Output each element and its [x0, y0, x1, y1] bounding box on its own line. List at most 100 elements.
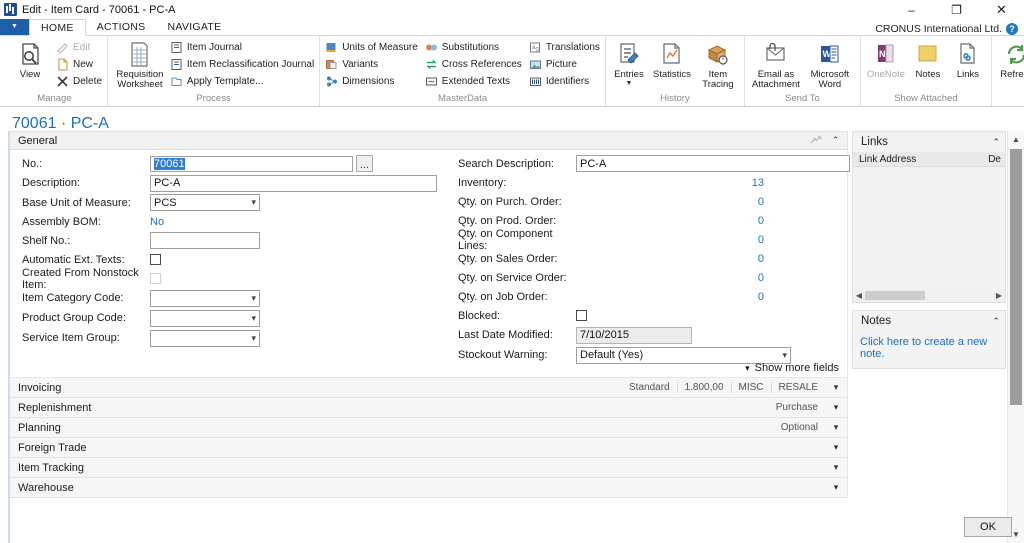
fasttab-invoicing[interactable]: Invoicing Standard 1.800,00 MISC RESALE … [10, 378, 848, 398]
variants-icon [325, 58, 338, 71]
picture-button[interactable]: Picture [529, 57, 600, 72]
chevron-down-icon[interactable]: ▼ [625, 80, 632, 87]
ribbon-group-showattached: N OneNote Notes Links Show Attached [861, 36, 992, 106]
links-column-address[interactable]: Link Address [859, 154, 916, 165]
cross-references-button[interactable]: Cross References [425, 57, 522, 72]
fasttab-general-chevron[interactable]: ⌃ [830, 135, 841, 146]
notes-button[interactable]: Notes [909, 39, 947, 80]
qty-prod-order-value[interactable]: 0 [576, 215, 764, 227]
scroll-up-icon[interactable]: ▲ [1008, 131, 1024, 148]
item-tracing-button[interactable]: Item Tracing [697, 39, 739, 90]
search-description-input[interactable]: PC-A [576, 155, 850, 172]
statistics-button[interactable]: Statistics [650, 39, 694, 80]
ribbon-group-masterdata: Units of Measure Variants Dimensions Sub… [320, 36, 606, 106]
variants-button[interactable]: Variants [325, 57, 418, 72]
chevron-left-icon[interactable]: ◀ [853, 291, 865, 300]
fasttab-warehouse[interactable]: Warehouse ▾ [10, 478, 848, 498]
edit-button[interactable]: Edit [56, 40, 102, 55]
chevron-down-icon[interactable]: ▼ [0, 18, 29, 35]
field-row-search-description: Search Description: PC-A [458, 154, 850, 173]
refresh-button[interactable]: Refresh [997, 39, 1024, 80]
substitutions-button[interactable]: Substitutions [425, 40, 522, 55]
links-horizontal-scrollbar[interactable]: ◀ ▶ [853, 289, 1005, 302]
no-assist-button[interactable]: ... [356, 155, 373, 172]
notes-factbox-chevron[interactable]: ⌃ [992, 316, 1000, 327]
product-group-code-select[interactable]: ▾ [150, 309, 260, 327]
fasttab-planning[interactable]: Planning Optional ▾ [10, 418, 848, 438]
stockout-warning-select[interactable]: Default (Yes) ▾ [576, 346, 791, 364]
qty-component-lines-value[interactable]: 0 [576, 234, 764, 246]
links-button[interactable]: Links [950, 39, 986, 80]
item-category-code-select[interactable]: ▾ [150, 289, 260, 307]
extended-texts-button[interactable]: Extended Texts [425, 74, 522, 89]
email-attachment-icon [762, 41, 789, 68]
item-reclassification-journal-button[interactable]: Item Reclassification Journal [170, 57, 314, 72]
maximize-icon[interactable]: ❐ [934, 0, 979, 19]
view-button[interactable]: View [7, 39, 53, 80]
entries-button[interactable]: Entries ▼ [611, 39, 647, 87]
fasttab-foreign-trade[interactable]: Foreign Trade ▾ [10, 438, 848, 458]
fasttab-warehouse-chevron[interactable]: ▾ [825, 482, 847, 493]
chevron-right-icon[interactable]: ▶ [993, 291, 1005, 300]
no-input[interactable]: 70061 [150, 155, 353, 172]
fasttab-replenishment[interactable]: Replenishment Purchase ▾ [10, 398, 848, 418]
qty-service-order-value[interactable]: 0 [576, 272, 764, 284]
base-unit-of-measure-select[interactable]: PCS ▾ [150, 194, 260, 211]
fasttab-foreign-trade-chevron[interactable]: ▾ [825, 442, 847, 453]
description-input[interactable]: PC-A [150, 174, 437, 192]
requisition-worksheet-button[interactable]: Requisition Worksheet [113, 39, 167, 90]
fasttab-invoicing-chevron[interactable]: ▾ [825, 382, 847, 393]
microsoft-word-label: Microsoft Word [810, 69, 850, 90]
apply-template-button[interactable]: Apply Template... [170, 74, 314, 89]
collapse-fields-icon[interactable] [809, 135, 823, 146]
fasttab-item-tracking[interactable]: Item Tracking ▾ [10, 458, 848, 478]
ok-button[interactable]: OK [964, 517, 1012, 537]
qty-purch-order-value[interactable]: 0 [576, 196, 764, 208]
show-more-fields-link[interactable]: ▾ Show more fields [745, 362, 839, 374]
fasttab-general-header[interactable]: General ⌃ [10, 131, 848, 150]
create-note-link[interactable]: Click here to create a new note. [853, 331, 1005, 368]
notes-factbox: Notes ⌃ Click here to create a new note. [852, 310, 1006, 369]
stockout-warning-value: Default (Yes) [580, 349, 644, 361]
close-icon[interactable]: ✕ [979, 0, 1024, 19]
microsoft-word-button[interactable]: W Microsoft Word [805, 39, 855, 90]
inventory-value[interactable]: 13 [576, 177, 764, 189]
qty-job-order-value[interactable]: 0 [576, 291, 764, 303]
dimensions-button[interactable]: Dimensions [325, 74, 418, 89]
email-as-attachment-button[interactable]: Email as Attachment [750, 39, 802, 90]
notes-factbox-header[interactable]: Notes ⌃ [853, 311, 1005, 331]
assembly-bom-value[interactable]: No [150, 216, 164, 228]
new-button[interactable]: New [56, 57, 102, 72]
item-journal-button[interactable]: Item Journal [170, 40, 314, 55]
minimize-icon[interactable]: – [889, 0, 934, 19]
tab-home[interactable]: HOME [29, 19, 86, 36]
page-vertical-scrollbar[interactable]: ▲ ▼ [1007, 131, 1024, 543]
identifiers-button[interactable]: Identifiers [529, 74, 600, 89]
fasttab-planning-chevron[interactable]: ▾ [825, 422, 847, 433]
help-icon[interactable]: ? [1006, 23, 1018, 35]
links-column-description[interactable]: De [988, 154, 1001, 165]
qty-sales-order-value[interactable]: 0 [576, 253, 764, 265]
label-automatic-ext-texts: Automatic Ext. Texts: [22, 253, 125, 266]
shelf-no-input[interactable] [150, 232, 260, 249]
service-item-group-select[interactable]: ▾ [150, 329, 260, 347]
fasttab-item-tracking-chevron[interactable]: ▾ [825, 462, 847, 473]
blocked-checkbox[interactable] [576, 310, 587, 321]
tab-navigate[interactable]: NAVIGATE [156, 18, 232, 35]
chevron-down-icon: ▾ [251, 292, 256, 303]
units-of-measure-button[interactable]: Units of Measure [325, 40, 418, 55]
delete-button[interactable]: Delete [56, 74, 102, 89]
automatic-ext-texts-checkbox[interactable] [150, 254, 161, 265]
onenote-button[interactable]: N OneNote [866, 39, 906, 80]
vertical-scroll-thumb[interactable] [1010, 149, 1022, 405]
label-product-group-code: Product Group Code: [22, 312, 126, 324]
fasttab-replenishment-chevron[interactable]: ▾ [825, 402, 847, 413]
translations-button[interactable]: ag Translations [529, 40, 600, 55]
field-row-qty-job-order: Qty. on Job Order: 0 [458, 287, 850, 306]
links-hscroll-thumb[interactable] [865, 291, 925, 300]
links-factbox-header[interactable]: Links ⌃ [853, 132, 1005, 152]
refresh-label: Refresh [1000, 69, 1024, 80]
refresh-icon [1003, 41, 1024, 68]
tab-actions[interactable]: ACTIONS [86, 18, 157, 35]
links-factbox-chevron[interactable]: ⌃ [992, 137, 1000, 148]
